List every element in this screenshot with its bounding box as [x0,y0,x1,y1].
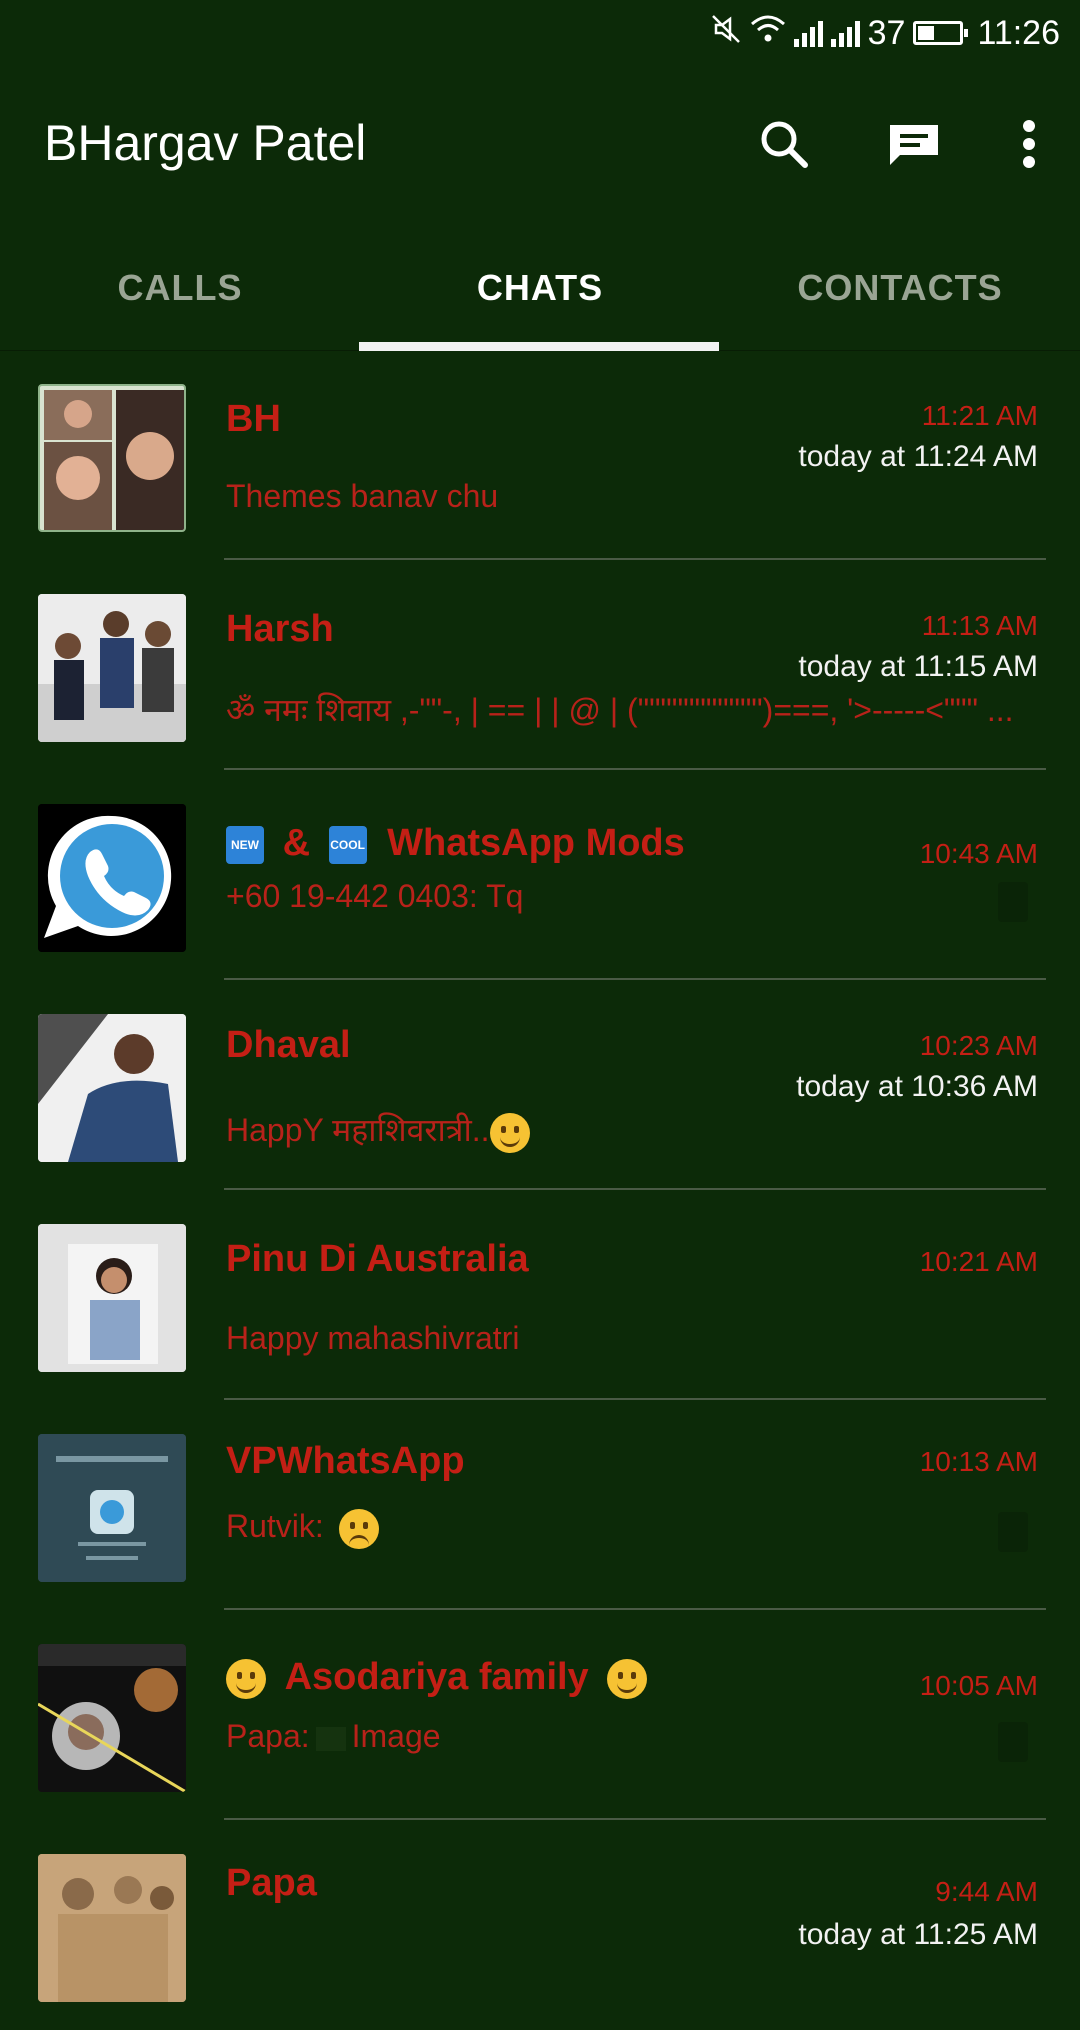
avatar [38,1434,186,1582]
chat-name: Asodariya family [284,1656,589,1698]
chat-name: Dhaval [226,1024,351,1066]
chat-message: Papa: Image [226,1718,441,1755]
chat-message-text: Rutvik: [226,1508,324,1544]
status-time: 11:26 [977,13,1060,52]
overflow-menu-button[interactable] [1014,114,1044,174]
avatar [38,594,186,742]
avatar [38,1014,186,1162]
chat-name: Pinu Di Australia [226,1238,529,1280]
unread-badge [998,1722,1028,1762]
chat-message-sender: Papa: [226,1718,310,1754]
chat-seen: today at 10:36 AM [796,1070,1038,1103]
unread-badge [998,1512,1028,1552]
grinning-emoji-icon [607,1658,648,1699]
mute-icon [710,13,742,54]
battery-icon [913,21,969,45]
signal-icon-2 [830,19,860,47]
chat-name: BH [226,398,281,440]
tab-bar: CALLS CHATS CONTACTS [0,226,1080,351]
tab-chats[interactable]: CHATS [360,226,720,350]
message-icon [890,125,938,165]
tab-contacts[interactable]: CONTACTS [720,226,1080,350]
avatar [38,1224,186,1372]
chat-row-bh[interactable]: BH 11:21 AM today at 11:24 AM Themes ban… [0,350,1080,560]
chat-time: 11:21 AM [921,400,1038,431]
signal-icon-1 [793,19,823,47]
chat-row-vpwhatsapp[interactable]: VPWhatsApp 10:13 AM Rutvik: [0,1400,1080,1610]
chat-seen: today at 11:15 AM [798,650,1038,683]
chat-message: Rutvik: [226,1508,379,1549]
chat-name-group: Asodariya family [226,1656,648,1699]
chat-name: WhatsApp Mods [387,822,685,864]
smiling-emoji-icon [489,1112,530,1153]
tab-calls[interactable]: CALLS [0,226,360,350]
cool-badge-icon: COOL [328,825,367,864]
whatsapp-logo-icon [38,804,186,952]
chat-time: 11:13 AM [921,610,1038,641]
avatar [38,384,186,532]
chat-row-dhaval[interactable]: Dhaval 10:23 AM today at 10:36 AM HappY … [0,980,1080,1190]
chat-name-group: NEW & COOL WhatsApp Mods [226,822,685,865]
app-title: BHargav Patel [44,115,367,171]
chat-message-text: Image [351,1718,441,1754]
chat-name: Harsh [226,608,334,650]
chat-message-text: HappY महाशिवरात्री.. [226,1112,490,1148]
avatar [38,1644,186,1792]
chat-time: 10:21 AM [919,1246,1038,1277]
search-button[interactable] [754,114,814,174]
new-chat-button[interactable] [884,114,944,174]
chat-row-papa[interactable]: Papa 9:44 AM today at 11:25 AM [0,1820,1080,2030]
status-bar: 37 11:26 [0,0,1080,66]
unamused-emoji-icon [338,1508,379,1549]
chat-time: 10:05 AM [919,1670,1038,1701]
chat-message: +60 19-442 0403: Tq [226,878,524,914]
avatar [38,1854,186,2002]
status-icons: 37 11:26 [710,8,1060,58]
chat-seen: today at 11:25 AM [798,1918,1038,1951]
chat-time: 9:44 AM [935,1876,1038,1907]
chat-row-asodariya-family[interactable]: Asodariya family 10:05 AM Papa: Image [0,1610,1080,1820]
chat-seen: today at 11:24 AM [798,440,1038,473]
chat-message: ॐ नमः शिवाय ,-""-, | == | | @ | ("""""""… [226,692,1014,728]
chat-name: Papa [226,1862,317,1904]
app-actions [754,114,1044,174]
chat-name-amp: & [282,822,311,864]
new-badge-icon: NEW [226,825,264,864]
chat-time: 10:23 AM [919,1030,1038,1061]
chat-row-pinu-di-australia[interactable]: Pinu Di Australia 10:21 AM Happy mahashi… [0,1190,1080,1400]
unread-badge [998,882,1028,922]
chat-message: Themes banav chu [226,478,499,514]
wifi-icon [750,14,786,53]
chat-message: HappY महाशिवरात्री.. [226,1108,530,1153]
chat-time: 10:43 AM [919,838,1038,869]
chat-name: VPWhatsApp [226,1440,465,1482]
search-icon [761,121,808,168]
chat-time: 10:13 AM [919,1446,1038,1477]
image-icon [315,1726,346,1751]
battery-percent: 37 [867,13,906,52]
app-bar: BHargav Patel [0,66,1080,226]
chat-row-harsh[interactable]: Harsh 11:13 AM today at 11:15 AM ॐ नमः श… [0,560,1080,770]
more-vertical-icon [1023,120,1035,168]
chat-message: Happy mahashivratri [226,1320,520,1356]
avatar [38,804,186,952]
chat-row-whatsapp-mods[interactable]: NEW & COOL WhatsApp Mods 10:43 AM +60 19… [0,770,1080,980]
grinning-emoji-icon [226,1658,266,1699]
